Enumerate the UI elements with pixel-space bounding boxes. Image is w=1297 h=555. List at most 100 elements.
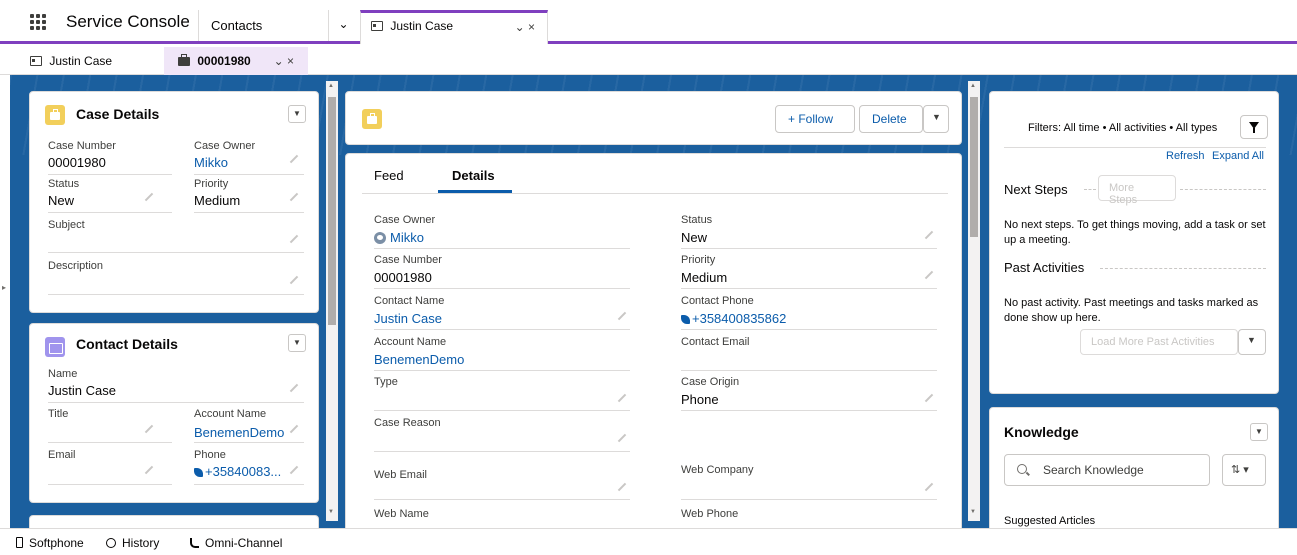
case-number-value: 00001980 — [374, 270, 432, 285]
phone-text: +358400835862 — [692, 311, 787, 326]
tab-divider — [362, 193, 948, 194]
past-activity-empty-text: No past activity. Past meetings and task… — [1004, 297, 1259, 324]
utility-history[interactable]: History — [106, 536, 159, 550]
card-menu-button[interactable]: ▼ — [1250, 423, 1268, 441]
case-owner-link[interactable]: Mikko — [374, 230, 424, 245]
edit-pencil-icon[interactable] — [289, 192, 299, 202]
dotted-divider — [1180, 189, 1266, 190]
delete-button[interactable]: Delete — [859, 105, 923, 133]
field-label: Case Owner — [194, 140, 256, 152]
edit-pencil-icon[interactable] — [617, 393, 627, 403]
filter-icon[interactable] — [1240, 115, 1268, 139]
field-label: Web Email — [374, 469, 427, 481]
tab-details[interactable]: Details — [452, 168, 495, 183]
account-name-link[interactable]: BenemenDemo — [194, 425, 284, 440]
edit-pencil-icon[interactable] — [289, 383, 299, 393]
utility-softphone[interactable]: Softphone — [16, 536, 84, 550]
edit-pencil-icon[interactable] — [144, 192, 154, 202]
follow-button[interactable]: + Follow — [775, 105, 855, 133]
utility-label: History — [122, 536, 160, 550]
middle-column-scrollbar[interactable]: ▲ ▼ — [968, 81, 980, 521]
card-menu-button[interactable]: ▼ — [288, 105, 306, 123]
field-label: Phone — [194, 449, 226, 461]
edit-pencil-icon[interactable] — [924, 270, 934, 280]
nav-item-contacts[interactable]: Contacts — [198, 10, 328, 41]
load-more-past-activities-button[interactable]: Load More Past Activities — [1080, 329, 1238, 355]
scroll-thumb[interactable] — [328, 97, 336, 325]
scroll-thumb[interactable] — [970, 97, 978, 237]
scroll-up-icon[interactable]: ▲ — [328, 83, 334, 89]
edit-pencil-icon[interactable] — [617, 311, 627, 321]
field-divider — [681, 410, 937, 411]
edit-pencil-icon[interactable] — [289, 424, 299, 434]
field-label: Contact Email — [681, 336, 750, 348]
field-divider — [48, 402, 304, 403]
field-label: Priority — [681, 254, 716, 266]
knowledge-search-input[interactable]: Search Knowledge — [1004, 454, 1210, 486]
contact-name-link[interactable]: Justin Case — [374, 311, 442, 326]
nav-menu-chevron-down-icon[interactable]: ⌄ — [328, 10, 358, 41]
field-divider — [374, 288, 630, 289]
workspace-tab-justin-case[interactable]: Justin Case ⌄ × — [360, 10, 548, 44]
edit-pencil-icon[interactable] — [617, 433, 627, 443]
subtab-label: 00001980 — [197, 54, 251, 68]
knowledge-title: Knowledge — [1004, 424, 1079, 440]
left-column-scrollbar[interactable]: ▲ ▼ — [326, 81, 338, 521]
search-placeholder: Search Knowledge — [1043, 463, 1144, 477]
app-launcher-icon[interactable] — [30, 14, 46, 30]
account-name-link[interactable]: BenemenDemo — [374, 352, 464, 367]
knowledge-card: Knowledge ▼ Search Knowledge ⇅ ▾ Suggest… — [989, 407, 1279, 528]
priority-value: Medium — [194, 193, 241, 208]
split-view-toggle[interactable]: ▸ — [0, 75, 10, 528]
utility-omni-channel[interactable]: Omni-Channel — [190, 536, 282, 550]
case-owner-link[interactable]: Mikko — [194, 155, 228, 170]
suggested-articles-heading: Suggested Articles — [1004, 515, 1096, 527]
field-label: Email — [48, 449, 76, 461]
edit-pencil-icon[interactable] — [617, 482, 627, 492]
edit-pencil-icon[interactable] — [924, 230, 934, 240]
field-divider — [374, 248, 630, 249]
subtab-bar: Justin Case 00001980 ⌄ × — [0, 47, 1297, 75]
more-steps-button[interactable]: More Steps — [1098, 175, 1176, 206]
scroll-up-icon[interactable]: ▲ — [970, 83, 976, 89]
subtab-controls[interactable]: ⌄ × — [274, 54, 294, 68]
card-menu-button[interactable]: ▼ — [288, 334, 306, 352]
field-divider — [194, 212, 304, 213]
phone-icon — [681, 315, 690, 324]
highlights-panel: + Follow Delete ▼ — [345, 91, 962, 145]
subtab-justin-case[interactable]: Justin Case — [0, 47, 162, 75]
edit-pencil-icon[interactable] — [144, 424, 154, 434]
edit-pencil-icon[interactable] — [289, 275, 299, 285]
scroll-down-icon[interactable]: ▼ — [970, 509, 976, 515]
case-origin-value: Phone — [681, 392, 719, 407]
more-actions-button[interactable]: ▼ — [923, 105, 949, 133]
workspace-tab-controls[interactable]: ⌄ × — [515, 20, 535, 34]
contact-card-icon — [30, 56, 42, 66]
activity-options-button[interactable]: ▼ — [1238, 329, 1266, 355]
edit-pencil-icon[interactable] — [289, 234, 299, 244]
edit-pencil-icon[interactable] — [924, 482, 934, 492]
workspace-tab-label: Justin Case — [390, 19, 454, 33]
dotted-divider — [1084, 189, 1096, 190]
dotted-divider — [1100, 268, 1266, 269]
field-divider — [194, 484, 304, 485]
tab-feed[interactable]: Feed — [374, 168, 404, 183]
field-divider — [681, 248, 937, 249]
edit-pencil-icon[interactable] — [289, 465, 299, 475]
edit-pencil-icon[interactable] — [924, 393, 934, 403]
contact-phone-link[interactable]: +35840083... — [194, 464, 281, 479]
contact-icon — [45, 337, 65, 357]
edit-pencil-icon[interactable] — [144, 465, 154, 475]
subtab-case-00001980[interactable]: 00001980 ⌄ × — [164, 47, 308, 75]
field-label: Web Company — [681, 464, 754, 476]
field-divider — [194, 174, 304, 175]
expand-all-link[interactable]: Expand All — [1212, 150, 1264, 162]
user-avatar-icon — [374, 232, 386, 244]
next-steps-empty-text: No next steps. To get things moving, add… — [1004, 219, 1266, 246]
edit-pencil-icon[interactable] — [289, 154, 299, 164]
refresh-link[interactable]: Refresh — [1166, 150, 1205, 162]
contact-phone-link[interactable]: +358400835862 — [681, 311, 786, 326]
sort-button[interactable]: ⇅ ▾ — [1222, 454, 1266, 486]
phone-icon — [194, 468, 203, 477]
scroll-down-icon[interactable]: ▼ — [328, 509, 334, 515]
